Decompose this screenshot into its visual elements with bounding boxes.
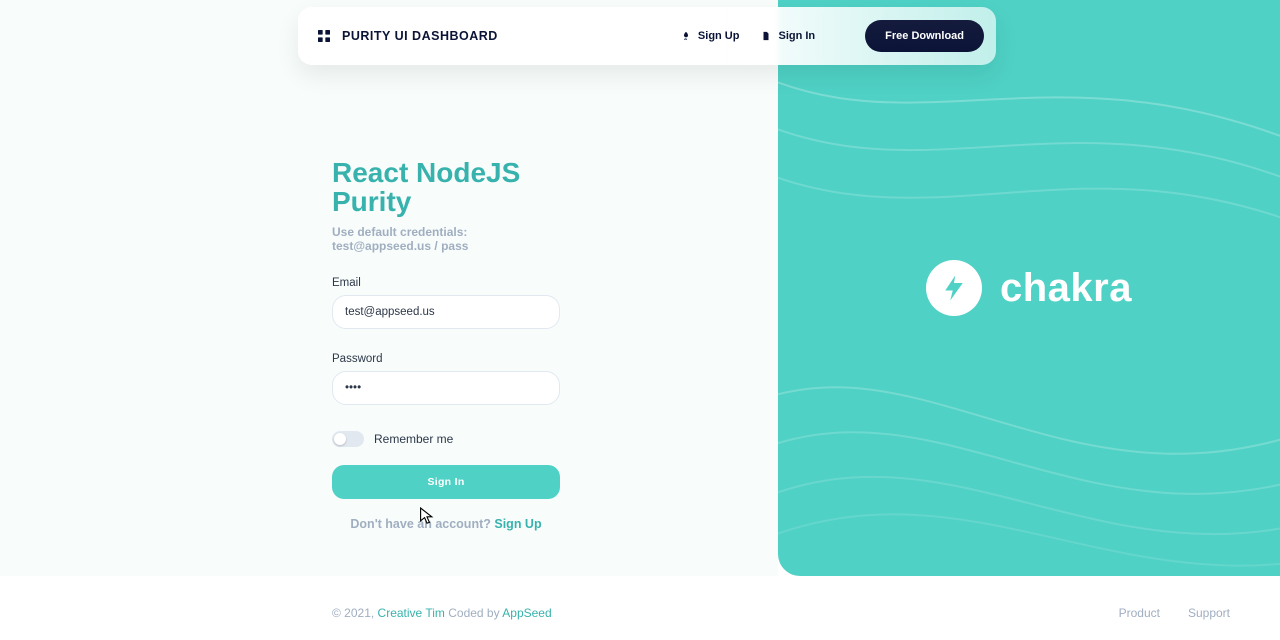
no-account-text: Don't have an account? — [350, 517, 491, 531]
signin-form: React NodeJS Purity Use default credenti… — [332, 158, 560, 531]
brand: PURITY UI DASHBOARD — [316, 28, 498, 44]
appseed-link[interactable]: AppSeed — [502, 606, 551, 620]
creative-tim-link[interactable]: Creative Tim — [378, 606, 445, 620]
brand-name: PURITY UI DASHBOARD — [342, 29, 498, 43]
brand-logo-icon — [316, 28, 332, 44]
nav-links: Sign Up Sign In Free Download — [681, 20, 984, 52]
remember-toggle[interactable] — [332, 431, 364, 447]
footer-right: Product Support — [1119, 606, 1230, 620]
nav-signup-label: Sign Up — [698, 30, 740, 42]
top-nav-card: PURITY UI DASHBOARD Sign Up Sign In Free… — [298, 7, 996, 65]
footer: © 2021, Creative Tim Coded by AppSeed Pr… — [332, 606, 1230, 620]
password-input[interactable] — [332, 371, 560, 405]
signin-button[interactable]: Sign In — [332, 465, 560, 499]
rocket-icon — [681, 31, 691, 41]
chakra-wordmark: chakra — [1000, 266, 1132, 311]
form-title: React NodeJS Purity — [332, 158, 560, 217]
nav-signup-link[interactable]: Sign Up — [681, 30, 740, 42]
nav-signin-label: Sign In — [778, 30, 815, 42]
chakra-brand: chakra — [926, 260, 1132, 316]
email-label: Email — [332, 277, 560, 289]
signup-prompt: Don't have an account? Sign Up — [332, 517, 560, 531]
remember-row: Remember me — [332, 431, 560, 447]
copyright-prefix: © 2021, — [332, 606, 378, 620]
footer-product-link[interactable]: Product — [1119, 606, 1160, 620]
footer-support-link[interactable]: Support — [1188, 606, 1230, 620]
hero-panel: chakra — [778, 0, 1280, 576]
free-download-button[interactable]: Free Download — [865, 20, 984, 52]
lightning-icon — [939, 273, 969, 303]
remember-label: Remember me — [374, 432, 453, 446]
email-input[interactable] — [332, 295, 560, 329]
document-icon — [761, 31, 771, 41]
form-subtitle: Use default credentials: test@appseed.us… — [332, 225, 560, 253]
nav-signin-link[interactable]: Sign In — [761, 30, 815, 42]
chakra-logo-circle — [926, 260, 982, 316]
footer-middle: Coded by — [445, 606, 502, 620]
signup-link[interactable]: Sign Up — [494, 517, 541, 531]
password-label: Password — [332, 353, 560, 365]
footer-left: © 2021, Creative Tim Coded by AppSeed — [332, 606, 552, 620]
